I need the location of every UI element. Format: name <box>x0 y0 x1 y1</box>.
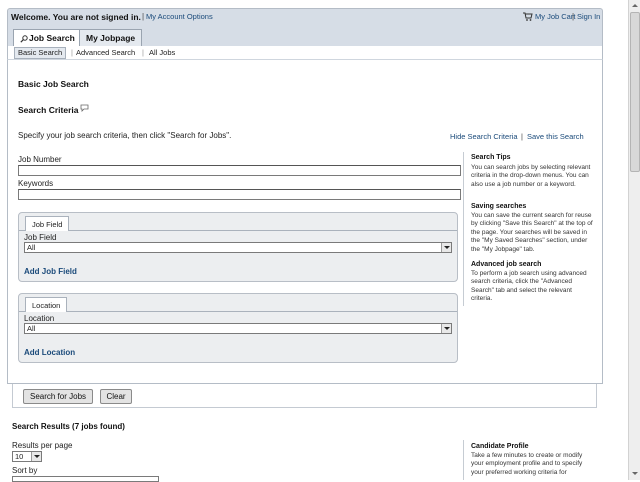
welcome-text: Welcome. You are not signed in. <box>11 12 141 22</box>
candidate-profile-title: Candidate Profile <box>471 443 529 450</box>
search-tips-text: You can search jobs by selecting relevan… <box>471 164 591 188</box>
search-tips-title: Search Tips <box>471 154 511 161</box>
results-per-page-value: 10 <box>15 452 24 461</box>
add-job-field-link[interactable]: Add Job Field <box>24 267 77 276</box>
primary-tab-bar: Job Search My Jobpage <box>7 26 603 47</box>
subtab-advanced-search[interactable]: Advanced Search <box>76 48 135 57</box>
job-field-tab-label: Job Field <box>32 220 63 229</box>
advanced-search-text: To perform a job search using advanced s… <box>471 270 587 303</box>
sort-by-label: Sort by <box>12 466 38 475</box>
advanced-search-title: Advanced job search <box>471 261 542 268</box>
chevron-down-icon[interactable] <box>441 243 451 252</box>
scroll-up-arrow-icon[interactable] <box>630 1 640 11</box>
tab-my-jobpage[interactable]: My Jobpage <box>79 29 143 46</box>
keywords-label: Keywords <box>18 179 54 188</box>
cart-icon[interactable] <box>523 12 533 21</box>
my-job-cart-link[interactable]: My Job Cart <box>535 12 575 21</box>
sign-in-link[interactable]: Sign In <box>577 12 600 21</box>
subtab-bar: Basic Search | Advanced Search | All Job… <box>7 46 603 60</box>
search-criteria-heading: Search Criteria <box>18 105 79 115</box>
magnifier-icon <box>20 35 28 43</box>
tab-job-search-label: Job Search <box>29 33 75 43</box>
job-number-label: Job Number <box>18 155 62 164</box>
my-account-options-link[interactable]: My Account Options <box>146 12 213 21</box>
group-divider <box>19 311 457 312</box>
save-this-search-link[interactable]: Save this Search <box>527 132 584 141</box>
vertical-scrollbar[interactable] <box>628 0 640 480</box>
location-tab-label: Location <box>32 301 61 310</box>
tab-my-jobpage-label: My Jobpage <box>86 33 136 43</box>
criteria-link-separator: | <box>521 132 523 141</box>
subtab-basic-search[interactable]: Basic Search <box>14 47 67 59</box>
job-field-select[interactable]: All <box>24 242 452 253</box>
scrollbar-thumb[interactable] <box>630 12 640 172</box>
add-location-link[interactable]: Add Location <box>24 348 75 357</box>
search-for-jobs-button[interactable]: Search for Jobs <box>23 389 93 404</box>
header-separator: | <box>142 12 145 21</box>
saving-searches-text: You can save the current search for reus… <box>471 212 593 253</box>
chevron-down-icon[interactable] <box>441 324 451 333</box>
saving-searches-title: Saving searches <box>471 203 527 210</box>
results-per-page-select[interactable]: 10 <box>12 451 42 462</box>
tab-location[interactable]: Location <box>25 297 68 312</box>
instruction-text: Specify your job search criteria, then c… <box>18 131 232 140</box>
keywords-input[interactable] <box>18 189 461 200</box>
subtab-separator: | <box>142 48 144 57</box>
chevron-down-icon[interactable] <box>31 452 41 461</box>
tab-job-search[interactable]: Job Search <box>13 29 82 47</box>
signin-separator: | <box>572 12 575 21</box>
location-label: Location <box>24 314 55 323</box>
location-group: Location Location All Add Location <box>18 293 458 363</box>
candidate-profile-text: Take a few minutes to create or modify y… <box>471 452 583 476</box>
subtab-all-jobs[interactable]: All Jobs <box>149 48 175 57</box>
page-title: Basic Job Search <box>18 79 89 89</box>
location-select[interactable]: All <box>24 323 452 334</box>
clear-button[interactable]: Clear <box>100 389 132 404</box>
job-field-group: Job Field Job Field All Add Job Field <box>18 212 458 282</box>
results-per-page-label: Results per page <box>12 441 73 450</box>
location-selected-value: All <box>27 324 36 333</box>
job-number-input[interactable] <box>18 165 461 176</box>
search-results-heading: Search Results (7 jobs found) <box>12 422 125 431</box>
group-divider <box>19 230 457 231</box>
job-field-selected-value: All <box>27 243 36 252</box>
sort-by-select[interactable] <box>12 476 159 482</box>
speech-bubble-help-icon[interactable] <box>80 104 89 112</box>
hide-search-criteria-link[interactable]: Hide Search Criteria <box>450 132 518 141</box>
scroll-down-arrow-icon[interactable] <box>630 469 640 479</box>
subtab-separator: | <box>71 48 73 57</box>
job-field-label: Job Field <box>24 233 57 242</box>
tab-job-field[interactable]: Job Field <box>25 216 70 231</box>
